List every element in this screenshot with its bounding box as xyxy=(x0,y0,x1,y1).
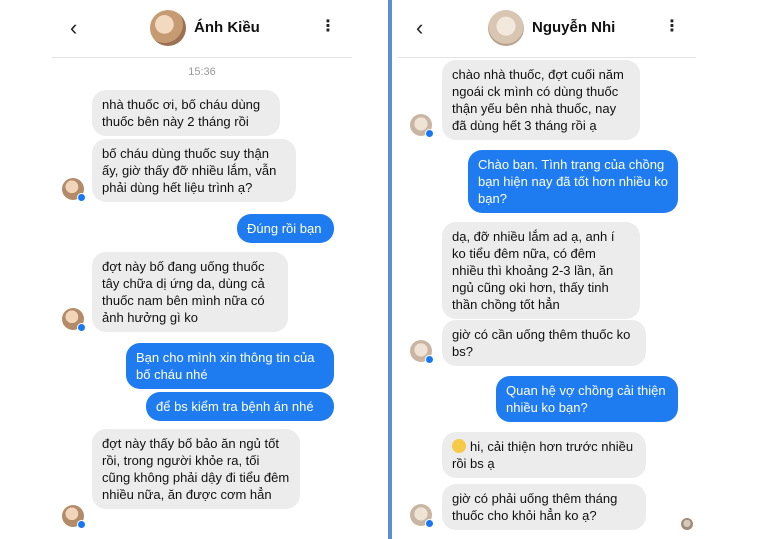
message-bubble[interactable]: hi, cải thiện hơn trước nhiều rồi bs ạ xyxy=(442,432,646,478)
facebook-badge-icon xyxy=(425,355,434,364)
facebook-badge-icon xyxy=(77,323,86,332)
message-bubble[interactable]: Bạn cho mình xin thông tin của bố cháu n… xyxy=(126,343,334,389)
more-options-icon[interactable]: ⋮ xyxy=(664,19,680,35)
facebook-badge-icon xyxy=(425,519,434,528)
message-bubble[interactable]: Chào bạn. Tình trạng của chồng bạn hiện … xyxy=(468,150,678,213)
contact-avatar[interactable] xyxy=(488,10,524,46)
seen-indicator-avatar xyxy=(681,518,693,530)
contact-name[interactable]: Nguyễn Nhi xyxy=(532,19,615,36)
back-icon[interactable]: ‹ xyxy=(416,17,423,39)
message-text: hi, cải thiện hơn trước nhiều rồi bs ạ xyxy=(452,439,634,471)
message-bubble[interactable]: Đúng rồi bạn xyxy=(237,214,334,243)
message-bubble[interactable]: bố cháu dùng thuốc suy thận ấy, giờ thấy… xyxy=(92,139,296,202)
message-bubble[interactable]: giờ có phải uống thêm tháng thuốc cho kh… xyxy=(442,484,646,530)
message-bubble[interactable]: nhà thuốc ơi, bố cháu dùng thuốc bên này… xyxy=(92,90,280,136)
message-bubble[interactable]: giờ có cần uống thêm thuốc ko bs? xyxy=(442,320,646,366)
message-bubble[interactable]: Quan hệ vợ chồng cải thiện nhiều ko bạn? xyxy=(496,376,678,422)
timestamp: 15:36 xyxy=(188,66,216,78)
back-icon[interactable]: ‹ xyxy=(70,17,77,39)
message-bubble[interactable]: dạ, đỡ nhiều lắm ad ạ, anh í ko tiểu đêm… xyxy=(442,222,640,319)
smiling-face-icon xyxy=(452,439,466,453)
facebook-badge-icon xyxy=(77,193,86,202)
message-bubble[interactable]: đợt này thấy bố bảo ăn ngủ tốt rồi, tron… xyxy=(92,429,300,509)
message-bubble[interactable]: đợt này bố đang uống thuốc tây chữa dị ứ… xyxy=(92,252,288,332)
right-chat-panel: ‹ Nguyễn Nhi ⋮ chào nhà thuốc, đợt cuối … xyxy=(398,0,696,539)
contact-name[interactable]: Ánh Kiều xyxy=(194,19,260,36)
panel-divider xyxy=(388,0,392,539)
facebook-badge-icon xyxy=(77,520,86,529)
message-bubble[interactable]: chào nhà thuốc, đợt cuối năm ngoái ck mì… xyxy=(442,60,640,140)
facebook-badge-icon xyxy=(425,129,434,138)
message-bubble[interactable]: để bs kiểm tra bệnh án nhé xyxy=(146,392,334,421)
chat-header: ‹ Nguyễn Nhi ⋮ xyxy=(398,0,696,58)
more-options-icon[interactable]: ⋮ xyxy=(320,19,336,35)
chat-header: ‹ Ánh Kiều ⋮ xyxy=(52,0,352,58)
contact-avatar[interactable] xyxy=(150,10,186,46)
left-chat-panel: ‹ Ánh Kiều ⋮ 15:36 nhà thuốc ơi, bố cháu… xyxy=(52,0,352,539)
